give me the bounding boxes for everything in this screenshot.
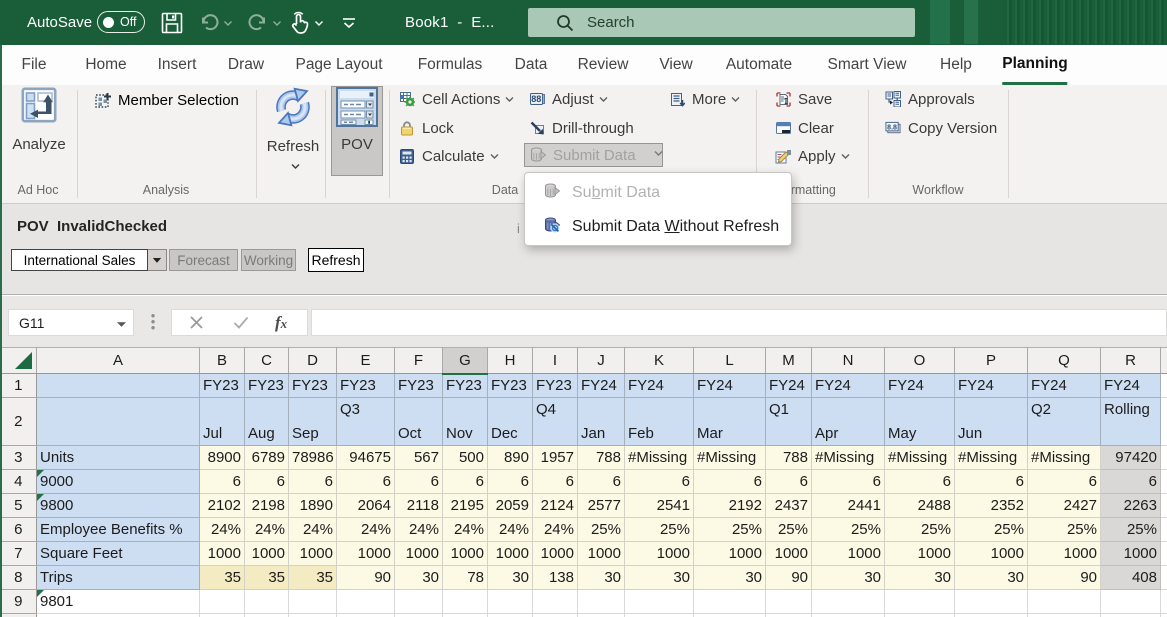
- svg-text:8.8: 8.8: [887, 124, 897, 131]
- svg-text:88: 88: [531, 94, 541, 104]
